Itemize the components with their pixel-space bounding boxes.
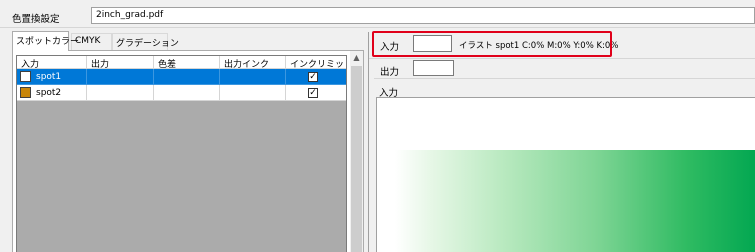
vertical-scrollbar[interactable]: ▲	[350, 51, 363, 252]
output-cell	[87, 69, 154, 85]
highlight-box	[372, 31, 612, 57]
color-diff-cell	[154, 69, 220, 85]
output-label: 出力	[380, 67, 400, 78]
gradient-preview	[395, 150, 755, 252]
tab-gradation[interactable]: グラデーション	[112, 33, 179, 50]
scroll-up-icon[interactable]: ▲	[350, 51, 363, 64]
output-cell	[87, 85, 154, 101]
column-header-output-ink[interactable]: 出力インク	[220, 56, 286, 70]
ink-limit-checkbox[interactable]: ✓	[308, 72, 318, 82]
input-cell: spot1	[17, 69, 87, 85]
output-ink-cell	[220, 85, 286, 101]
divider	[0, 27, 755, 28]
column-header-output[interactable]: 出力	[87, 56, 154, 70]
column-header-ink-limit[interactable]: インクリミット	[286, 56, 346, 70]
column-header-input[interactable]: 入力	[17, 56, 87, 70]
preview-area[interactable]	[376, 97, 755, 252]
color-swatch	[20, 71, 31, 82]
table-row[interactable]: spot2 ✓	[17, 85, 346, 101]
color-diff-cell	[154, 85, 220, 101]
splitter[interactable]	[368, 32, 369, 252]
color-swatch	[20, 87, 31, 98]
spot-name: spot2	[36, 88, 62, 98]
spot-name: spot1	[36, 72, 62, 82]
output-ink-cell	[220, 69, 286, 85]
table-row[interactable]: spot1 ✓	[17, 69, 346, 85]
divider	[374, 78, 755, 79]
input-cell: spot2	[17, 85, 87, 101]
file-name-field[interactable]: 2inch_grad.pdf	[91, 7, 755, 24]
spot-color-table[interactable]: 入力 出力 色差 出力インク インクリミット spot1 ✓ spot2 ✓	[16, 55, 347, 252]
settings-title: 色置換設定	[12, 14, 60, 25]
output-color-box[interactable]	[413, 60, 454, 76]
column-header-color-diff[interactable]: 色差	[154, 56, 220, 70]
tab-spot-color[interactable]: スポットカラー	[12, 31, 79, 51]
scrollbar-thumb[interactable]	[351, 66, 362, 252]
divider	[369, 58, 755, 59]
ink-limit-checkbox[interactable]: ✓	[308, 88, 318, 98]
